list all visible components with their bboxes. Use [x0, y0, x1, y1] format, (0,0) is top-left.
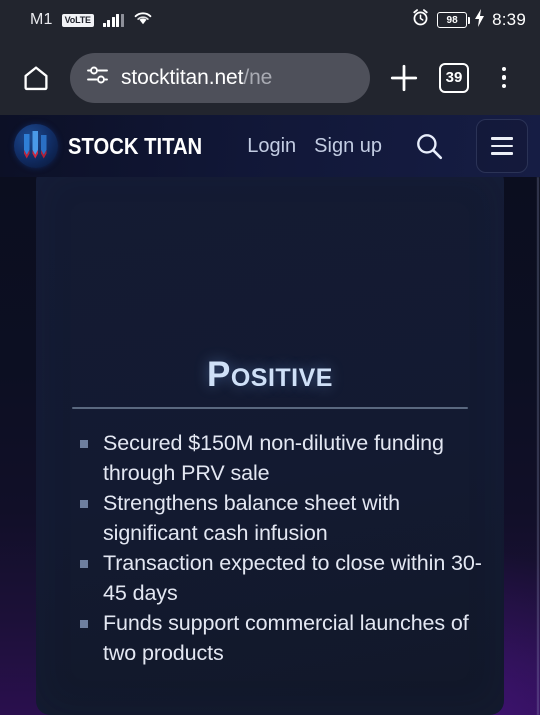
- site-header: STOCK TITAN Login Sign up: [0, 115, 540, 177]
- carrier-label: M1: [30, 11, 53, 28]
- tab-count-label: 39: [439, 62, 469, 93]
- url-bar[interactable]: stocktitan.net/ne: [70, 52, 370, 103]
- tab-switcher-button[interactable]: 39: [432, 56, 476, 100]
- url-path: /ne: [243, 65, 273, 89]
- brand-name[interactable]: STOCK TITAN: [68, 133, 202, 160]
- battery-indicator: 98: [437, 12, 471, 28]
- charging-bolt-icon: [474, 8, 485, 32]
- new-tab-button[interactable]: [382, 56, 426, 100]
- scrollbar-thumb[interactable]: [537, 177, 539, 715]
- more-options-icon[interactable]: [482, 56, 526, 100]
- alarm-clock-icon: [411, 8, 430, 32]
- list-item: Transaction expected to close within 30-…: [76, 549, 500, 608]
- status-time: 8:39: [492, 10, 526, 29]
- browser-toolbar: stocktitan.net/ne 39: [0, 40, 540, 115]
- stock-titan-logo-icon[interactable]: [14, 124, 58, 168]
- list-item: Funds support commercial launches of two…: [76, 609, 500, 668]
- list-item: Secured $150M non-dilutive funding throu…: [76, 429, 500, 488]
- url-domain: stocktitan.net: [121, 65, 244, 89]
- positive-bullet-list: Secured $150M non-dilutive funding throu…: [76, 429, 500, 669]
- positive-section-title: Positive: [207, 355, 333, 394]
- status-bar: M1 VoLTE 98 8:39: [0, 0, 540, 40]
- status-bar-left: M1 VoLTE: [30, 10, 153, 30]
- volte-badge: VoLTE: [61, 13, 94, 27]
- phone-screen: M1 VoLTE 98 8:39 stocktitan.net/ne 39 ST…: [0, 0, 540, 715]
- tune-sliders-icon[interactable]: [86, 64, 110, 91]
- search-icon[interactable]: [412, 129, 446, 163]
- list-item: Strengthens balance sheet with significa…: [76, 489, 500, 548]
- home-icon[interactable]: [14, 56, 58, 100]
- page-content: Positive Secured $150M non-dilutive fund…: [0, 177, 540, 715]
- url-text[interactable]: stocktitan.net/ne: [121, 66, 272, 90]
- login-link[interactable]: Login: [247, 135, 296, 158]
- hamburger-menu-icon[interactable]: [476, 119, 528, 173]
- wifi-icon: [133, 10, 153, 30]
- status-bar-right: 98 8:39: [411, 8, 526, 32]
- positive-divider: [72, 407, 468, 409]
- signal-bars-icon: [102, 13, 124, 27]
- header-nav: Login Sign up: [247, 119, 528, 173]
- scrollbar-track[interactable]: [536, 177, 540, 715]
- signup-link[interactable]: Sign up: [314, 135, 382, 158]
